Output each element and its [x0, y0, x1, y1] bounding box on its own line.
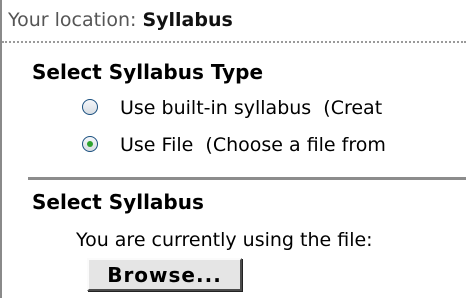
- breadcrumb: Your location: Syllabus: [8, 9, 233, 31]
- radio-built-in[interactable]: [82, 99, 98, 115]
- syllabus-panel: Your location: Syllabus Select Syllabus …: [0, 0, 466, 298]
- current-file-text: You are currently using the file:: [76, 229, 373, 251]
- location-bar: Your location: Syllabus: [2, 0, 466, 41]
- radio-file[interactable]: [82, 136, 98, 152]
- radio-selected-dot: [87, 141, 93, 147]
- section-divider: [28, 177, 466, 180]
- location-label: Your location:: [8, 9, 137, 31]
- browse-button[interactable]: Browse...: [87, 258, 242, 291]
- select-syllabus-title: Select Syllabus: [32, 190, 204, 214]
- option-label-built-in: Use built-in syllabus (Creat: [120, 97, 383, 119]
- location-value: Syllabus: [142, 9, 233, 31]
- left-border: [0, 0, 2, 298]
- option-label-file: Use File (Choose a file from: [120, 134, 386, 156]
- location-divider: [2, 41, 466, 43]
- syllabus-type-title: Select Syllabus Type: [32, 60, 264, 84]
